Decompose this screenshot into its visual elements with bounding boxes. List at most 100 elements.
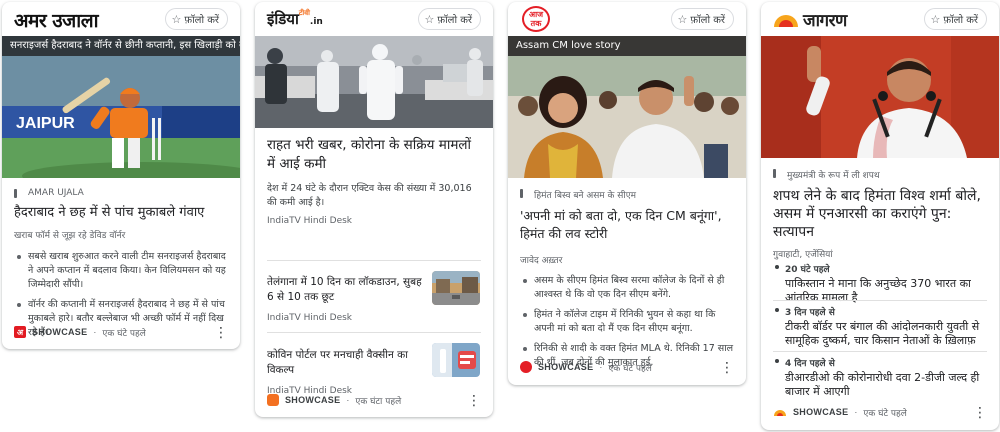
vaccine-thumbnail-image [432,343,480,377]
section-label: मुख्यमंत्री के रूप में ली शपथ [773,168,987,181]
follow-button[interactable]: ☆ फ़ॉलो करें [164,8,228,30]
article-source: IndiaTV Hindi Desk [267,216,353,226]
star-icon: ☆ [171,12,182,26]
follow-button[interactable]: ☆ फ़ॉलो करें [670,8,734,30]
article-headline[interactable]: 'अपनी मां को बता दो, एक दिन CM बनूंगा', … [520,207,734,243]
timestamp: एक घंटे पहले [608,363,652,374]
more-options-icon[interactable]: ⋮ [973,405,987,419]
hero-caption: Assam CM love story [508,36,746,56]
sun-logo-icon [774,14,798,27]
card-footer: SHOWCASE · एक घंटा पहले ⋮ [267,391,481,409]
star-icon: ☆ [424,12,435,26]
bullet-item: असम के सीएम हिमंत बिस्व सरमा कॉलेज के दि… [520,274,734,302]
hero-image[interactable]: Assam CM love story [508,36,746,178]
hero-image[interactable]: JAIPUR सनराइजर्स हैदराबाद ने वॉर्नर से छ… [2,36,240,178]
street-thumbnail-image [432,271,480,305]
divider [267,332,481,333]
hero-image[interactable] [255,36,493,128]
showcase-card-jagran[interactable]: जागरण ☆ फ़ॉलो करें मुख्यमंत्री के रूप मे… [761,2,999,430]
related-headline[interactable]: तेलंगाना में 10 दिन का लॉकडाउन, सुबह 6 स… [267,275,427,305]
couple-photo-image [508,36,746,178]
logo-top: आज [528,10,544,19]
showcase-label: SHOWCASE [32,327,88,337]
jagran-logo[interactable]: जागरण [773,8,847,31]
timeline-headline[interactable]: टीकरी बॉर्डर पर बंगाल की आंदोलनकारी युवत… [773,320,987,348]
timeline-item[interactable]: 20 घंटे पहले पाकिस्तान ने माना कि अनुच्छ… [773,262,987,305]
more-options-icon[interactable]: ⋮ [720,360,734,374]
article-author: जावेद अख़्तर [520,256,563,266]
more-options-icon[interactable]: ⋮ [214,325,228,339]
related-article[interactable]: कोविन पोर्टल पर मनचाही वैक्सीन का विकल्प… [267,348,427,396]
divider [267,260,481,261]
related-thumbnail[interactable] [432,271,480,305]
jagran-small-logo [774,410,786,416]
follow-button[interactable]: ☆ फ़ॉलो करें [417,8,481,30]
related-thumbnail[interactable] [432,343,480,377]
follow-button[interactable]: ☆ फ़ॉलो करें [923,8,987,30]
card-header: आज तक ☆ फ़ॉलो करें [508,2,746,36]
follow-label: फ़ॉलो करें [943,15,978,26]
card-footer: अ SHOWCASE · एक घंटे पहले ⋮ [14,323,228,341]
related-headline[interactable]: कोविन पोर्टल पर मनचाही वैक्सीन का विकल्प [267,348,427,378]
logo-tv: टीवी [298,9,310,17]
showcase-card-india-tv[interactable]: इंडियाटीवी.in ☆ फ़ॉलो करें राहत भरी खबर,… [255,2,493,417]
article-dateline: गुवाहाटी, एजेंसियां [773,250,833,260]
star-icon: ☆ [677,12,688,26]
covid-hospital-image [255,36,493,128]
follow-label: फ़ॉलो करें [184,15,219,26]
card-header: अमर उजाला ☆ फ़ॉलो करें [2,2,240,36]
star-icon: ☆ [930,12,941,26]
timeline-item[interactable]: 3 दिन पहले से टीकरी बॉर्डर पर बंगाल की आ… [773,305,987,348]
cricket-player-image: JAIPUR [2,36,240,178]
showcase-label: SHOWCASE [538,362,594,372]
showcase-card-amar-ujala[interactable]: अमर उजाला ☆ फ़ॉलो करें JAIPUR सनराइजर्स … [2,2,240,349]
amar-ujala-small-logo: अ [14,326,26,338]
timestamp: एक घंटे पहले [102,328,146,339]
separator-dot: · [599,362,603,372]
showcase-label: SHOWCASE [285,395,341,405]
separator-dot: · [93,327,97,337]
showcase-card-aaj-tak[interactable]: आज तक ☆ फ़ॉलो करें Assam CM love story ह… [508,2,746,385]
amar-ujala-logo[interactable]: अमर उजाला [14,7,99,33]
hero-caption: सनराइजर्स हैदराबाद ने वॉर्नर से छीनी कप्… [2,36,240,56]
timeline-headline[interactable]: डीआरडीओ की कोरोनारोधी दवा 2-डीजी जल्द ही… [773,371,987,399]
article-subtext: खराब फॉर्म से जूझ रहे डेविड वॉर्नर [14,231,126,241]
timeline-time: 20 घंटे पहले [773,262,987,275]
related-source: IndiaTV Hindi Desk [267,313,353,323]
showcase-label: SHOWCASE [793,407,849,417]
article-headline[interactable]: शपथ लेने के बाद हिमंता विश्व शर्मा बोले,… [773,187,987,241]
timestamp: एक घंटा पहले [355,396,402,407]
timestamp: एक घंटे पहले [863,408,907,419]
follow-label: फ़ॉलो करें [437,15,472,26]
article-headline[interactable]: हैदराबाद ने छह में से पांच मुकाबले गंवाए [14,204,228,222]
politician-speech-image [761,36,999,158]
divider [773,351,987,352]
logo-text: जागरण [803,11,847,31]
aaj-tak-small-logo [520,361,532,373]
article-summary: देश में 24 घंटे के दौरान एक्टिव केस की स… [267,183,472,208]
divider [773,300,987,301]
bullet-item: हिमंत ने कॉलेज टाइम में रिनिकी भुयन से क… [520,308,734,336]
more-options-icon[interactable]: ⋮ [467,393,481,407]
card-footer: SHOWCASE · एक घंटे पहले ⋮ [520,358,734,376]
article-headline[interactable]: राहत भरी खबर, कोरोना के सक्रिय मामलों मे… [267,136,481,174]
separator-dot: · [854,407,858,417]
india-tv-small-logo [267,394,279,406]
bullet-list: असम के सीएम हिमंत बिस्व सरमा कॉलेज के दि… [520,274,734,370]
logo-main: इंडिया [267,10,299,28]
hero-image[interactable] [761,36,999,158]
related-article[interactable]: तेलंगाना में 10 दिन का लॉकडाउन, सुबह 6 स… [267,275,427,323]
card-footer: SHOWCASE · एक घंटे पहले ⋮ [773,403,987,421]
follow-label: फ़ॉलो करें [690,15,725,26]
section-label: हिमंत बिस्व बने असम के सीएम [520,188,734,201]
timeline-time: 3 दिन पहले से [773,305,987,318]
section-label: AMAR UJALA [14,188,228,198]
aaj-tak-logo[interactable]: आज तक [522,6,550,32]
separator-dot: · [346,395,350,405]
svg-text:JAIPUR: JAIPUR [16,115,75,132]
logo-suffix: .in [309,17,323,27]
india-tv-logo[interactable]: इंडियाटीवी.in [267,9,323,29]
card-header: जागरण ☆ फ़ॉलो करें [761,2,999,36]
timeline-item[interactable]: 4 दिन पहले से डीआरडीओ की कोरोनारोधी दवा … [773,356,987,399]
bullet-item: सबसे खराब शुरुआत करने वाली टीम सनराइजर्स… [14,250,228,292]
